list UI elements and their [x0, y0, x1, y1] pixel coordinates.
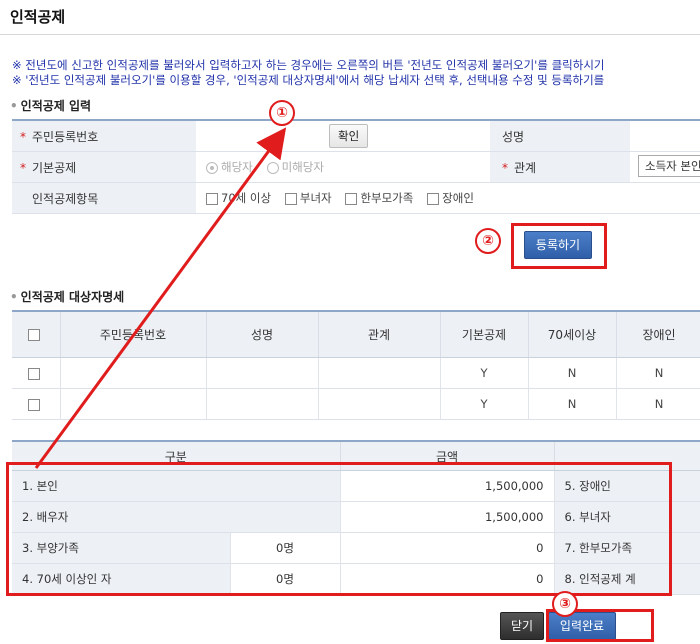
step-1-marker: ①	[269, 100, 295, 126]
arrow-line	[34, 127, 287, 469]
step-2-marker: ②	[475, 228, 501, 254]
annotation-arrow	[34, 127, 287, 469]
step-3-marker: ③	[552, 591, 578, 617]
